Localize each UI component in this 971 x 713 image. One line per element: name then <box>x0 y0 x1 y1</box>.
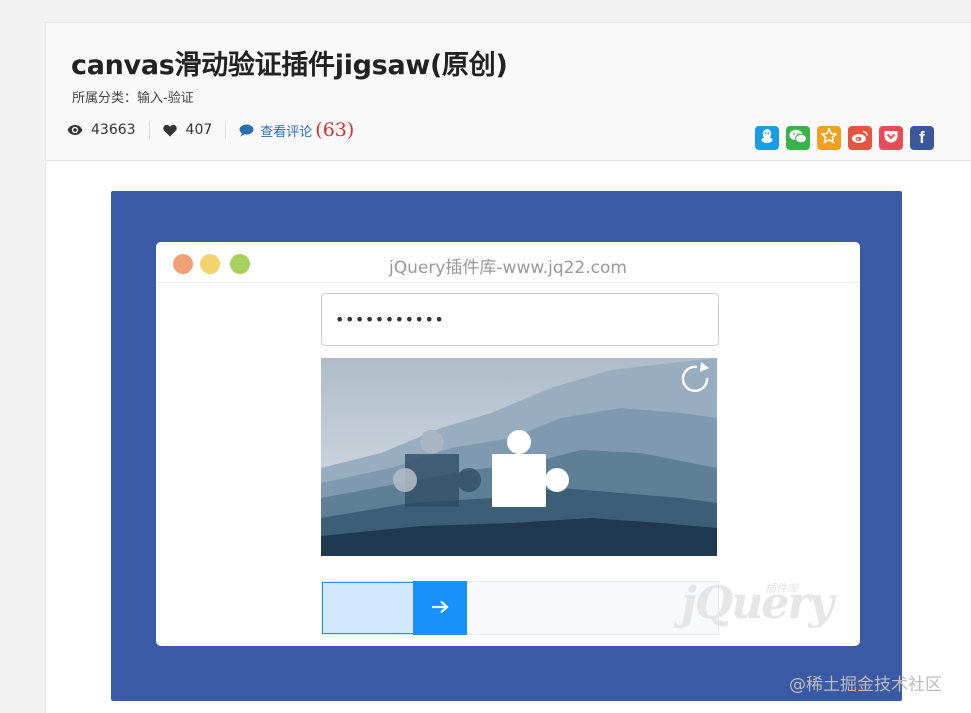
views-stat: 43663 <box>67 120 136 140</box>
share-weibo-button[interactable] <box>848 126 872 150</box>
slider-handle[interactable] <box>413 581 467 635</box>
slider-fill <box>322 582 413 634</box>
share-qzone-button[interactable] <box>817 126 841 150</box>
comment-count[interactable]: (63) <box>315 119 354 141</box>
page-title: canvas滑动验证插件jigsaw(原创) <box>71 50 508 81</box>
share-pocket-button[interactable] <box>879 126 903 150</box>
site-watermark: @稀土掘金技术社区 <box>789 675 942 695</box>
browser-title: jQuery插件库-www.jq22.com <box>156 253 860 278</box>
likes-count: 407 <box>185 122 213 138</box>
browser-titlebar: jQuery插件库-www.jq22.com <box>156 242 860 283</box>
divider <box>148 121 150 139</box>
view-comments-link[interactable]: 查看评论 <box>260 121 312 140</box>
share-facebook-button[interactable]: f <box>910 126 934 150</box>
demo-preview-panel: jQuery插件库-www.jq22.com ••••••••••• jQuer… <box>111 191 902 701</box>
share-qq-button[interactable] <box>755 126 779 150</box>
divider <box>225 121 227 139</box>
article-page: canvas滑动验证插件jigsaw(原创) 所属分类：输入-验证 43663 <box>45 22 971 713</box>
captcha-image <box>321 358 717 556</box>
comment-bubble-icon <box>239 124 254 137</box>
slider-track[interactable] <box>321 581 719 635</box>
arrow-right-icon <box>431 599 449 618</box>
comments-stat[interactable]: 查看评论 (63) <box>239 119 354 141</box>
heart-icon <box>162 124 177 137</box>
browser-title-text: jQuery插件库-www.jq22.com <box>389 258 627 278</box>
password-field[interactable]: ••••••••••• <box>321 293 719 346</box>
likes-stat[interactable]: 407 <box>162 120 213 140</box>
article-stats: 43663 407 查看评论 (63) <box>67 118 354 142</box>
article-header: canvas滑动验证插件jigsaw(原创) 所属分类：输入-验证 43663 <box>46 23 971 161</box>
pocket-icon <box>883 129 899 148</box>
jquery-watermark-small: 插件库 <box>765 582 798 595</box>
wechat-icon <box>789 129 807 148</box>
eye-icon <box>67 124 83 136</box>
weibo-icon <box>851 129 869 148</box>
share-bar: f <box>755 126 934 150</box>
facebook-icon: f <box>919 128 925 147</box>
jquery-watermark: jQuery <box>681 578 834 629</box>
qq-icon <box>760 128 774 148</box>
share-wechat-button[interactable] <box>786 126 810 150</box>
browser-window: jQuery插件库-www.jq22.com ••••••••••• jQuer… <box>156 242 860 646</box>
category-label[interactable]: 所属分类：输入-验证 <box>72 87 194 106</box>
qzone-star-icon <box>820 127 838 148</box>
views-count: 43663 <box>91 122 136 138</box>
